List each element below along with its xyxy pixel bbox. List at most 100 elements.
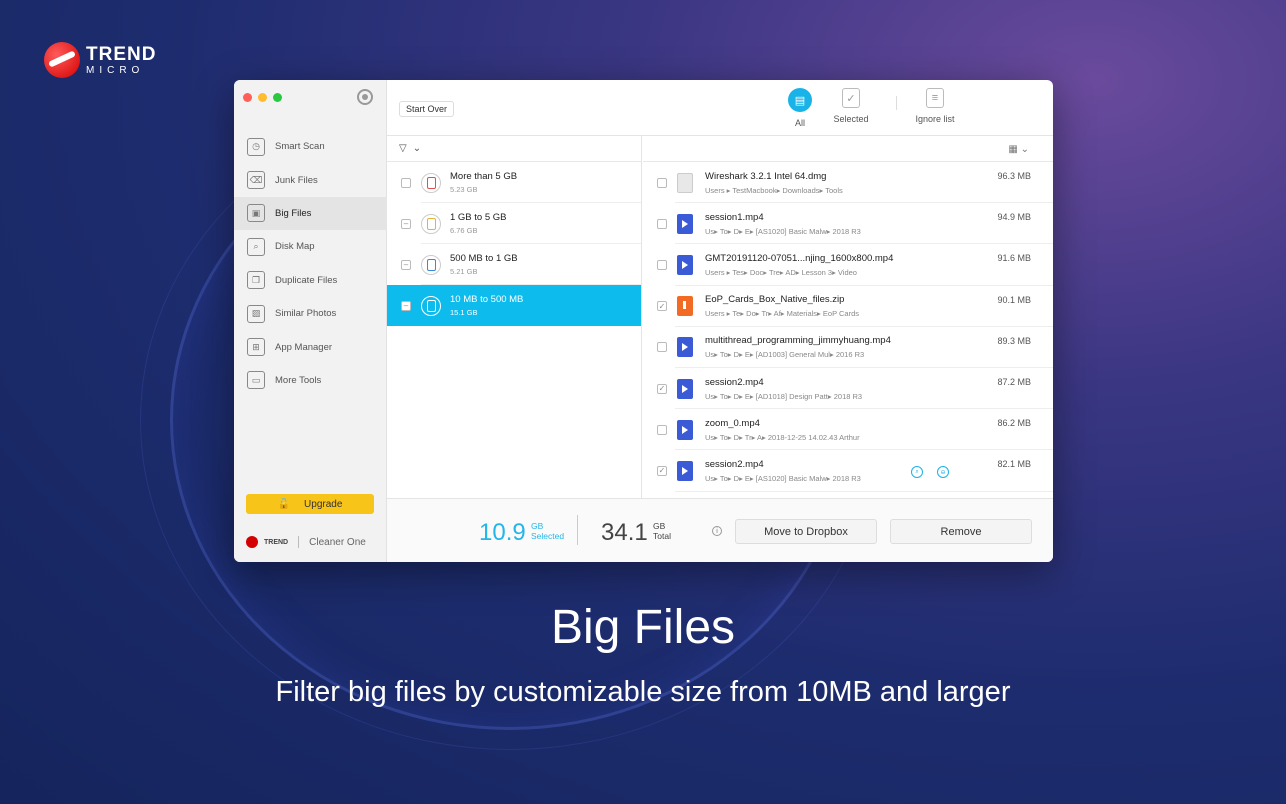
toolbar-divider [896, 96, 897, 110]
minimize-window-button[interactable] [258, 93, 267, 102]
size-category-item[interactable]: – 10 MB to 500 MB 15.1 GB [387, 285, 641, 326]
start-over-button[interactable]: Start Over [399, 101, 455, 117]
remove-button[interactable]: Remove [890, 519, 1032, 544]
duplicate-icon: ❐ [247, 271, 265, 290]
category-size: 6.76 GB [450, 226, 478, 235]
trend-micro-ball-icon [44, 42, 80, 78]
tab-ignore-list[interactable]: ≡ Ignore list [905, 88, 965, 124]
tab-selected-label: Selected [833, 114, 869, 124]
sidebar-nav: ◷ Smart Scan ⌫ Junk Files ▣ Big Files ⌕ Disk Ma… [234, 130, 387, 397]
upgrade-label: Upgrade [304, 498, 343, 510]
selected-unit: GB [531, 521, 544, 531]
file-path: Users ▸ Tes▸ Doc▸ Tre▸ AD▸ Lesson 3▸ Vid… [705, 267, 857, 277]
sidebar-item-label: More Tools [275, 374, 322, 386]
sidebar-item-similar-photos[interactable]: ▨ Similar Photos [234, 297, 387, 330]
sidebar-item-more-tools[interactable]: ▭ More Tools [234, 364, 387, 397]
file-row[interactable]: zoom_0.mp4 Us▸ To▸ D▸ Tr▸ A▸ 2018-12-25 1… [643, 409, 1053, 451]
headline: Big Files [550, 601, 736, 654]
file-path: Us▸ To▸ D▸ E▸ [AS1020] Basic Malw▸ 2018 … [705, 473, 861, 483]
app-window: ◷ Smart Scan ⌫ Junk Files ▣ Big Files ⌕ Disk Ma… [234, 80, 1053, 562]
file-checkbox[interactable] [657, 177, 667, 188]
ignore-file-icon[interactable]: ⊖ [937, 466, 949, 479]
file-path: Us▸ To▸ D▸ E▸ [AD1018] Design Patt▸ 2018… [705, 391, 863, 401]
category-checkbox[interactable]: – [401, 300, 411, 311]
sidebar-brand-text: TREND [264, 538, 289, 546]
sidebar-item-label: Disk Map [275, 241, 315, 253]
zip-file-icon [677, 296, 693, 317]
total-unit: GB [653, 521, 666, 531]
category-size: 5.23 GB [450, 185, 478, 194]
sidebar-item-app-manager[interactable]: ⊞ App Manager [234, 330, 387, 363]
photo-icon: ▨ [247, 304, 265, 323]
sidebar-item-disk-map[interactable]: ⌕ Disk Map [234, 230, 387, 263]
category-checkbox[interactable]: – [401, 259, 411, 270]
file-checkbox[interactable] [657, 218, 667, 229]
file-size: 94.9 MB [997, 212, 1031, 223]
mp4-file-icon [677, 213, 693, 234]
file-checkbox[interactable]: ✓ [657, 383, 667, 394]
selected-files-icon: ✓ [842, 88, 860, 108]
tab-ignore-list-label: Ignore list [915, 114, 955, 124]
file-row[interactable]: Wireshark 3.2.1 Intel 64.dmg Users ▸ Test… [643, 162, 1053, 204]
sidebar-item-big-files[interactable]: ▣ Big Files [234, 196, 387, 231]
sidebar-item-duplicate-files[interactable]: ❐ Duplicate Files [234, 264, 387, 297]
mp4-file-icon [677, 337, 693, 358]
sidebar-item-junk-files[interactable]: ⌫ Junk Files [234, 163, 387, 196]
file-row[interactable]: ✓ EoP_Cards_Box_Native_files.zip Users ▸ T… [643, 286, 1053, 327]
dmg-file-icon [677, 172, 693, 193]
all-files-icon: ▤ [788, 88, 812, 112]
category-title: More than 5 GB [450, 171, 518, 182]
file-checkbox[interactable] [657, 259, 667, 270]
category-checkbox[interactable] [401, 177, 411, 188]
drive-icon [421, 254, 441, 275]
selected-size-value: 10.9 [479, 519, 526, 546]
footer: 10.9 GB Selected 34.1 GB Total i Move to… [387, 498, 1053, 562]
footer-divider [577, 515, 578, 545]
file-checkbox[interactable] [657, 342, 667, 353]
sidebar-item-smart-scan[interactable]: ◷ Smart Scan [234, 130, 387, 163]
file-row[interactable]: multithread_programming_jimmyhuang.mp4 Us… [643, 327, 1053, 369]
close-window-button[interactable] [243, 93, 252, 102]
file-path: Us▸ To▸ D▸ E▸ [AS1020] Basic Malw▸ 2018 … [705, 226, 861, 236]
size-category-item[interactable]: – 1 GB to 5 GB 6.76 GB [387, 203, 641, 244]
apps-icon: ⊞ [247, 338, 265, 357]
ignore-list-icon: ≡ [926, 88, 944, 108]
tab-selected[interactable]: ✓ Selected [821, 88, 881, 124]
selected-size-units: GB Selected [531, 521, 565, 542]
file-size: 91.6 MB [997, 253, 1031, 264]
file-row[interactable]: ✓ session2.mp4 Us▸ To▸ D▸ E▸ [AS1020] Basi… [643, 450, 1053, 492]
zoom-window-button[interactable] [273, 93, 282, 102]
reveal-in-finder-icon[interactable]: ⌕ [911, 466, 923, 479]
row-actions: ⌕ ⊖ [911, 466, 949, 479]
file-row[interactable]: GMT20191120-07051...njing_1600x800.mp4 Us… [643, 244, 1053, 286]
toolbar: Start Over ▤ All ✓ Selected ≡ Ignore lis… [387, 80, 1053, 136]
selected-label: Selected [531, 530, 565, 541]
file-size: 87.2 MB [997, 376, 1031, 387]
filter-icon[interactable]: ▽ [399, 143, 407, 154]
info-icon[interactable]: i [712, 526, 722, 536]
total-size-units: GB Total [653, 521, 671, 542]
file-size: 89.3 MB [997, 335, 1031, 346]
tab-all-label: All [794, 118, 805, 128]
file-checkbox[interactable]: ✓ [657, 465, 667, 476]
move-to-dropbox-button[interactable]: Move to Dropbox [735, 519, 877, 544]
file-path: Users ▸ TestMacbook▸ Downloads▸ Tools [705, 185, 843, 195]
size-category-item[interactable]: More than 5 GB 5.23 GB [387, 162, 641, 203]
upgrade-button[interactable]: 🔓 Upgrade [246, 494, 374, 514]
product-name: Cleaner One [309, 536, 366, 548]
file-row[interactable]: session1.mp4 Us▸ To▸ D▸ E▸ [AS1020] Basic… [643, 203, 1053, 245]
file-path: Us▸ To▸ D▸ Tr▸ A▸ 2018-12-25 14.02.43 Ar… [705, 432, 860, 442]
size-category-item[interactable]: – 500 MB to 1 GB 5.21 GB [387, 244, 641, 285]
grid-view-icon[interactable]: ▦ ⌄ [1008, 144, 1029, 155]
file-checkbox[interactable] [657, 424, 667, 435]
toolbox-icon: ▭ [247, 371, 265, 390]
file-list: ▦ ⌄ Wireshark 3.2.1 Intel 64.dmg Users ▸ … [643, 136, 1053, 498]
file-checkbox[interactable]: ✓ [657, 301, 667, 312]
size-category-list: ▽ ⌄ More than 5 GB 5.23 GB – 1 GB to 5 GB 6.… [387, 136, 642, 498]
mp4-file-icon [677, 254, 693, 275]
filter-row: ▽ ⌄ [387, 136, 641, 162]
chevron-down-icon[interactable]: ⌄ [413, 143, 421, 154]
category-checkbox[interactable]: – [401, 218, 411, 229]
file-row[interactable]: ✓ session2.mp4 Us▸ To▸ D▸ E▸ [AD1018] Desi… [643, 368, 1053, 410]
target-icon[interactable] [357, 89, 373, 105]
